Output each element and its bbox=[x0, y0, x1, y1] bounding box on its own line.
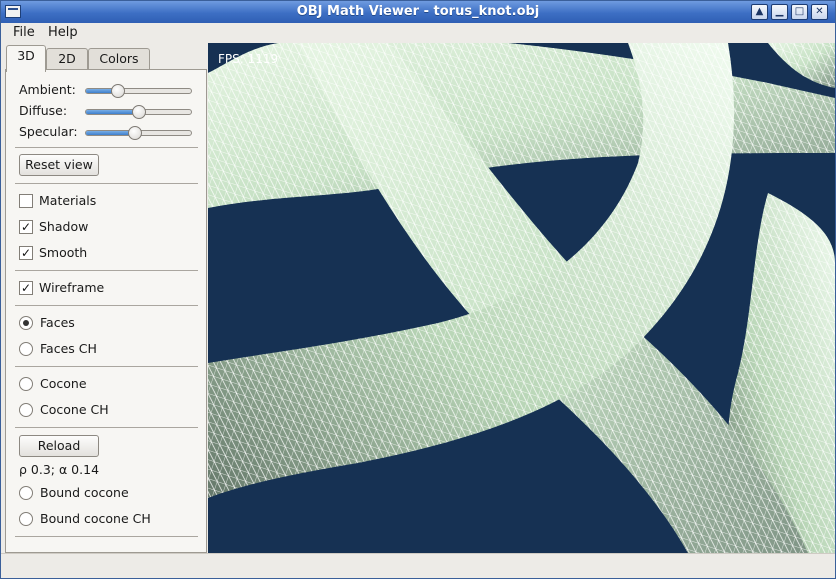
faces-ch-radio[interactable] bbox=[19, 342, 33, 356]
faces-label: Faces bbox=[40, 315, 75, 330]
title-bar[interactable]: OBJ Math Viewer - torus_knot.obj ▲ ▁ □ ✕ bbox=[1, 1, 835, 23]
close-icon[interactable]: ✕ bbox=[811, 4, 828, 20]
ambient-row: Ambient: bbox=[6, 82, 206, 100]
ambient-slider[interactable] bbox=[85, 84, 192, 98]
maximize-icon[interactable]: □ bbox=[791, 4, 808, 20]
fps-counter: FPS: 1119 bbox=[218, 52, 279, 66]
minimize-icon[interactable]: ▁ bbox=[771, 4, 788, 20]
menu-bar: File Help bbox=[1, 23, 835, 43]
bound-cocone-radio[interactable] bbox=[19, 486, 33, 500]
torus-knot-render bbox=[208, 43, 835, 553]
3d-viewport[interactable]: FPS: 1119 bbox=[208, 43, 835, 553]
separator bbox=[15, 270, 198, 271]
specular-slider[interactable] bbox=[85, 126, 192, 140]
materials-checkbox[interactable] bbox=[19, 194, 33, 208]
separator bbox=[15, 183, 198, 184]
tube-top-right bbox=[768, 43, 835, 88]
diffuse-slider[interactable] bbox=[85, 105, 192, 119]
separator bbox=[15, 305, 198, 306]
window-title: OBJ Math Viewer - torus_knot.obj bbox=[296, 4, 540, 19]
bound-cocone-label: Bound cocone bbox=[40, 485, 129, 500]
menu-file[interactable]: File bbox=[13, 25, 35, 40]
ambient-slider-handle[interactable] bbox=[111, 84, 125, 98]
tab-pane-3d: Ambient: Diffuse: Specular: Reset view M… bbox=[5, 69, 207, 553]
tab-bar: 3D 2D Colors bbox=[5, 45, 207, 72]
cocone-ch-radio[interactable] bbox=[19, 403, 33, 417]
cocone-radio[interactable] bbox=[19, 377, 33, 391]
wireframe-checkbox[interactable]: ✓ bbox=[19, 281, 33, 295]
specular-label: Specular: bbox=[19, 124, 78, 139]
wireframe-label: Wireframe bbox=[39, 280, 105, 295]
ambient-label: Ambient: bbox=[19, 82, 76, 97]
app-window: OBJ Math Viewer - torus_knot.obj ▲ ▁ □ ✕… bbox=[0, 0, 836, 579]
diffuse-row: Diffuse: bbox=[6, 103, 206, 121]
diffuse-slider-handle[interactable] bbox=[132, 105, 146, 119]
separator bbox=[15, 147, 198, 148]
diffuse-label: Diffuse: bbox=[19, 103, 68, 118]
separator bbox=[15, 536, 198, 537]
cocone-params-text: ρ 0.3; α 0.14 bbox=[19, 462, 100, 477]
reset-view-button[interactable]: Reset view bbox=[19, 154, 99, 176]
smooth-checkbox[interactable]: ✓ bbox=[19, 246, 33, 260]
cocone-ch-label: Cocone CH bbox=[40, 402, 109, 417]
shadow-label: Shadow bbox=[39, 219, 89, 234]
specular-slider-handle[interactable] bbox=[128, 126, 142, 140]
cocone-label: Cocone bbox=[40, 376, 87, 391]
faces-radio[interactable] bbox=[19, 316, 33, 330]
bound-cocone-ch-label: Bound cocone CH bbox=[40, 511, 151, 526]
control-panel: 3D 2D Colors Ambient: Diffuse: Specular:… bbox=[5, 43, 207, 553]
specular-row: Specular: bbox=[6, 124, 206, 142]
separator bbox=[15, 427, 198, 428]
reload-button[interactable]: Reload bbox=[19, 435, 99, 457]
tube-upper-arc bbox=[208, 43, 835, 208]
tab-3d[interactable]: 3D bbox=[6, 45, 46, 72]
bound-cocone-ch-radio[interactable] bbox=[19, 512, 33, 526]
faces-ch-label: Faces CH bbox=[40, 341, 97, 356]
tab-colors[interactable]: Colors bbox=[88, 48, 150, 70]
menu-help[interactable]: Help bbox=[48, 25, 78, 40]
tab-2d[interactable]: 2D bbox=[46, 48, 88, 70]
materials-label: Materials bbox=[39, 193, 97, 208]
up-arrow-icon[interactable]: ▲ bbox=[751, 4, 768, 20]
separator bbox=[15, 366, 198, 367]
status-bar bbox=[1, 553, 835, 578]
shadow-checkbox[interactable]: ✓ bbox=[19, 220, 33, 234]
smooth-label: Smooth bbox=[39, 245, 88, 260]
